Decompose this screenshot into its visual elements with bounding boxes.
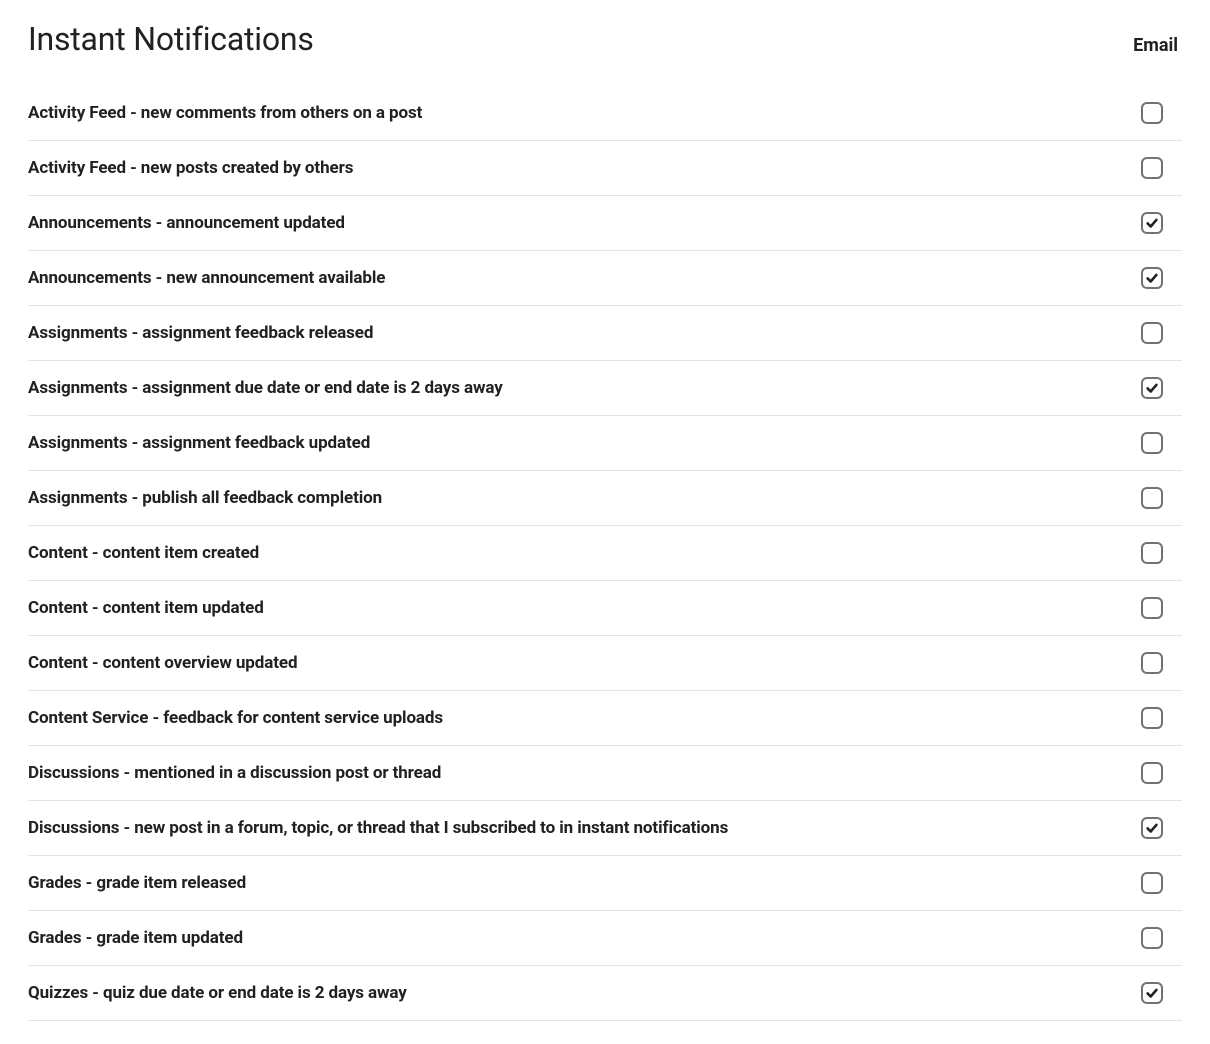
notification-row: Activity Feed - new posts created by oth…: [28, 141, 1182, 196]
notification-label: Assignments - assignment feedback releas…: [28, 323, 373, 343]
notification-row: Content - content item created: [28, 526, 1182, 581]
email-checkbox[interactable]: [1141, 212, 1163, 234]
email-checkbox[interactable]: [1141, 872, 1163, 894]
email-checkbox[interactable]: [1141, 597, 1163, 619]
notification-label: Content - content overview updated: [28, 653, 297, 673]
notification-label: Grades - grade item updated: [28, 928, 243, 948]
checkbox-container: [1122, 432, 1182, 454]
checkbox-container: [1122, 157, 1182, 179]
checkbox-container: [1122, 487, 1182, 509]
notification-label: Content - content item created: [28, 543, 259, 563]
notification-label: Assignments - publish all feedback compl…: [28, 488, 382, 508]
checkbox-container: [1122, 817, 1182, 839]
check-icon: [1145, 986, 1159, 1000]
page-title: Instant Notifications: [28, 20, 314, 58]
checkbox-container: [1122, 982, 1182, 1004]
email-checkbox[interactable]: [1141, 542, 1163, 564]
notification-label: Announcements - announcement updated: [28, 213, 345, 233]
notification-row: Grades - grade item updated: [28, 911, 1182, 966]
notification-row: Assignments - assignment due date or end…: [28, 361, 1182, 416]
email-checkbox[interactable]: [1141, 157, 1163, 179]
notification-row: Quizzes - quiz due date or end date is 2…: [28, 966, 1182, 1021]
checkbox-container: [1122, 762, 1182, 784]
checkbox-container: [1122, 927, 1182, 949]
notification-label: Discussions - new post in a forum, topic…: [28, 818, 728, 838]
notifications-list: Activity Feed - new comments from others…: [28, 86, 1182, 1021]
notification-row: Discussions - mentioned in a discussion …: [28, 746, 1182, 801]
notification-row: Assignments - assignment feedback releas…: [28, 306, 1182, 361]
check-icon: [1145, 821, 1159, 835]
email-checkbox[interactable]: [1141, 322, 1163, 344]
email-checkbox[interactable]: [1141, 652, 1163, 674]
checkbox-container: [1122, 542, 1182, 564]
email-checkbox[interactable]: [1141, 762, 1163, 784]
email-checkbox[interactable]: [1141, 102, 1163, 124]
checkbox-container: [1122, 872, 1182, 894]
checkbox-container: [1122, 652, 1182, 674]
checkbox-container: [1122, 377, 1182, 399]
email-checkbox[interactable]: [1141, 982, 1163, 1004]
email-column-header: Email: [1133, 35, 1178, 58]
notification-label: Discussions - mentioned in a discussion …: [28, 763, 441, 783]
notification-row: Announcements - announcement updated: [28, 196, 1182, 251]
notification-label: Assignments - assignment due date or end…: [28, 378, 503, 398]
checkbox-container: [1122, 212, 1182, 234]
notification-label: Announcements - new announcement availab…: [28, 268, 385, 288]
check-icon: [1145, 271, 1159, 285]
checkbox-container: [1122, 322, 1182, 344]
notification-row: Discussions - new post in a forum, topic…: [28, 801, 1182, 856]
email-checkbox[interactable]: [1141, 267, 1163, 289]
notification-label: Content Service - feedback for content s…: [28, 708, 443, 728]
notification-label: Quizzes - quiz due date or end date is 2…: [28, 983, 407, 1003]
checkbox-container: [1122, 267, 1182, 289]
email-checkbox[interactable]: [1141, 817, 1163, 839]
notification-row: Content Service - feedback for content s…: [28, 691, 1182, 746]
check-icon: [1145, 216, 1159, 230]
notification-row: Assignments - assignment feedback update…: [28, 416, 1182, 471]
notification-row: Announcements - new announcement availab…: [28, 251, 1182, 306]
notification-label: Content - content item updated: [28, 598, 264, 618]
checkbox-container: [1122, 102, 1182, 124]
checkbox-container: [1122, 597, 1182, 619]
checkbox-container: [1122, 707, 1182, 729]
notification-label: Activity Feed - new comments from others…: [28, 103, 422, 123]
page-header: Instant Notifications Email: [28, 20, 1182, 58]
notification-row: Content - content item updated: [28, 581, 1182, 636]
notification-label: Activity Feed - new posts created by oth…: [28, 158, 353, 178]
notification-row: Activity Feed - new comments from others…: [28, 86, 1182, 141]
notification-label: Grades - grade item released: [28, 873, 246, 893]
notification-row: Grades - grade item released: [28, 856, 1182, 911]
notification-row: Assignments - publish all feedback compl…: [28, 471, 1182, 526]
check-icon: [1145, 381, 1159, 395]
notification-row: Content - content overview updated: [28, 636, 1182, 691]
email-checkbox[interactable]: [1141, 432, 1163, 454]
email-checkbox[interactable]: [1141, 487, 1163, 509]
email-checkbox[interactable]: [1141, 927, 1163, 949]
notification-label: Assignments - assignment feedback update…: [28, 433, 370, 453]
email-checkbox[interactable]: [1141, 707, 1163, 729]
email-checkbox[interactable]: [1141, 377, 1163, 399]
